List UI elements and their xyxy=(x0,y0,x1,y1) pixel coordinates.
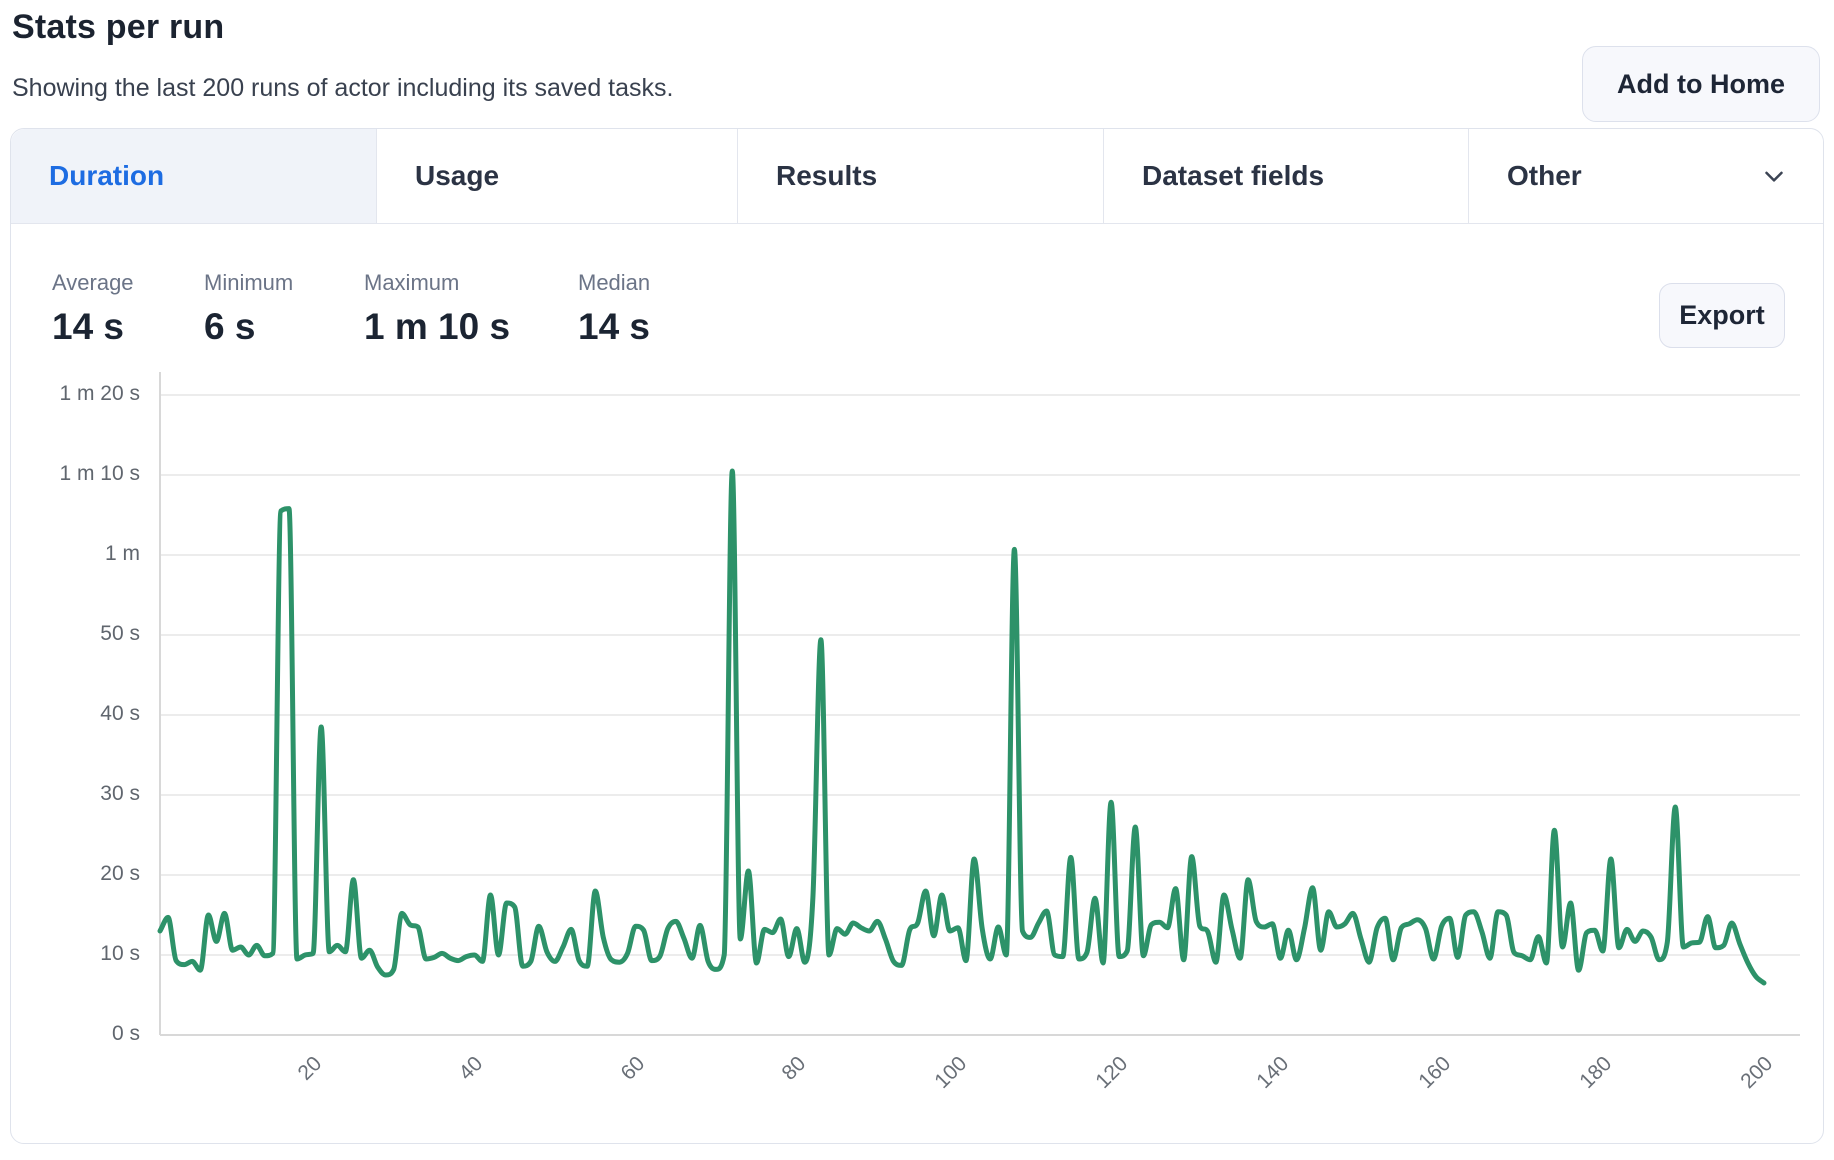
stat-median: Median 14 s xyxy=(578,270,650,348)
tab-other-label: Other xyxy=(1507,160,1582,192)
tab-duration-label: Duration xyxy=(49,160,164,192)
export-button[interactable]: Export xyxy=(1659,283,1785,348)
y-tick-label: 20 s xyxy=(15,862,140,886)
tab-bar: Duration Usage Results Dataset fields Ot… xyxy=(11,129,1823,224)
stat-maximum-label: Maximum xyxy=(364,270,510,296)
tab-dataset-fields[interactable]: Dataset fields xyxy=(1104,129,1469,223)
stat-minimum-label: Minimum xyxy=(204,270,293,296)
stat-minimum-value: 6 s xyxy=(204,306,293,348)
page-title: Stats per run xyxy=(12,8,224,47)
page-subtitle: Showing the last 200 runs of actor inclu… xyxy=(12,74,673,103)
add-to-home-label: Add to Home xyxy=(1617,69,1785,100)
stat-average-label: Average xyxy=(52,270,134,296)
stat-maximum: Maximum 1 m 10 s xyxy=(364,270,510,348)
y-tick-label: 0 s xyxy=(15,1022,140,1046)
tab-usage-label: Usage xyxy=(415,160,499,192)
y-tick-label: 10 s xyxy=(15,942,140,966)
stat-median-value: 14 s xyxy=(578,306,650,348)
y-tick-label: 30 s xyxy=(15,782,140,806)
tab-results[interactable]: Results xyxy=(738,129,1104,223)
tab-results-label: Results xyxy=(776,160,877,192)
tab-duration[interactable]: Duration xyxy=(11,129,377,223)
y-tick-label: 1 m 20 s xyxy=(15,382,140,406)
y-tick-label: 50 s xyxy=(15,622,140,646)
y-tick-label: 1 m 10 s xyxy=(15,462,140,486)
add-to-home-button[interactable]: Add to Home xyxy=(1582,46,1820,122)
stat-minimum: Minimum 6 s xyxy=(204,270,293,348)
y-tick-label: 1 m xyxy=(15,542,140,566)
stats-per-run-panel: Stats per run Showing the last 200 runs … xyxy=(0,0,1834,1160)
chevron-down-icon xyxy=(1759,161,1789,191)
stat-maximum-value: 1 m 10 s xyxy=(364,306,510,348)
stat-average: Average 14 s xyxy=(52,270,134,348)
export-label: Export xyxy=(1679,300,1765,331)
stat-average-value: 14 s xyxy=(52,306,134,348)
tab-other[interactable]: Other xyxy=(1469,129,1823,223)
tab-usage[interactable]: Usage xyxy=(377,129,738,223)
tab-dataset-fields-label: Dataset fields xyxy=(1142,160,1324,192)
y-tick-label: 40 s xyxy=(15,702,140,726)
stat-median-label: Median xyxy=(578,270,650,296)
